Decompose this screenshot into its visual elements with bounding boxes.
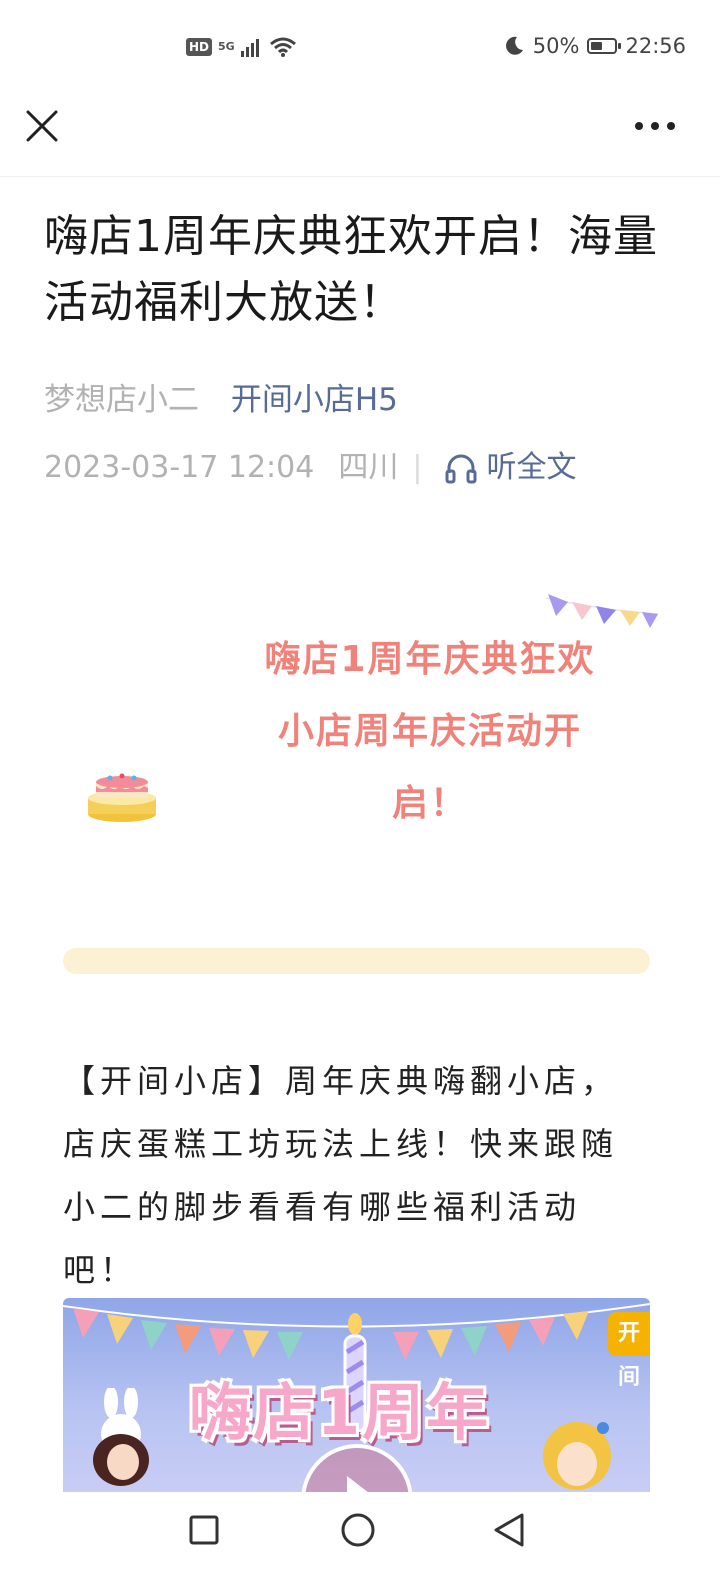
article-body-paragraph: 【开间小店】周年庆典嗨翻小店，店庆蛋糕工坊玩法上线！快来跟随小二的脚步看看有哪些… xyxy=(63,1062,619,1289)
banner-line-1: 嗨店1周年庆典狂欢 xyxy=(264,639,596,680)
blonde-character-icon xyxy=(543,1422,611,1490)
status-right: 50% 22:56 xyxy=(503,34,686,58)
listen-button[interactable]: 听全文 xyxy=(444,446,576,490)
meta-divider: | xyxy=(412,450,423,485)
battery-icon xyxy=(587,38,622,54)
moon-icon xyxy=(505,36,523,55)
hd-badge: HD xyxy=(186,38,213,56)
author-name: 梦想店小二 xyxy=(44,382,199,418)
article-meta: 2023-03-17 12:04 四川 | 听全文 xyxy=(44,446,576,490)
publish-datetime: 2023-03-17 12:04 xyxy=(44,450,315,485)
top-nav-bar xyxy=(0,90,720,177)
article-byline: 梦想店小二 开间小店H5 xyxy=(44,378,398,422)
close-icon[interactable] xyxy=(24,108,60,144)
publish-location: 四川 xyxy=(338,450,399,485)
banner-title: 嗨店1周年庆典狂欢 小店周年庆活动开启！ xyxy=(250,624,610,840)
image-logo: 开间 xyxy=(608,1312,650,1390)
more-icon[interactable] xyxy=(634,118,676,134)
article-title: 嗨店1周年庆典狂欢开启！海量活动福利大放送！ xyxy=(44,211,658,328)
signal-icon xyxy=(240,39,259,57)
battery-percent: 50% xyxy=(532,34,580,58)
wifi-icon xyxy=(269,37,296,57)
cake-icon xyxy=(88,773,156,822)
bunny-character-icon xyxy=(93,1388,149,1486)
recent-apps-icon[interactable] xyxy=(188,1514,220,1546)
headphones-icon xyxy=(445,454,477,484)
banner-line-2: 小店周年庆活动开启！ xyxy=(277,711,582,824)
network-type: 5G xyxy=(218,40,235,53)
listen-label: 听全文 xyxy=(486,450,577,485)
image-title-text: 嗨店1周年 xyxy=(189,1376,491,1449)
home-icon[interactable] xyxy=(340,1512,376,1548)
status-left: HD 5G xyxy=(186,36,297,58)
back-icon[interactable] xyxy=(492,1512,526,1548)
play-button-icon[interactable] xyxy=(297,1440,417,1492)
status-bar: HD 5G 50% 22:56 xyxy=(0,0,720,100)
decorative-bar xyxy=(63,948,650,974)
anniversary-image[interactable]: 嗨店1周年 开间 xyxy=(63,1298,650,1492)
clock: 22:56 xyxy=(625,34,686,58)
system-nav-bar xyxy=(0,1492,720,1584)
account-link[interactable]: 开间小店H5 xyxy=(231,382,398,418)
